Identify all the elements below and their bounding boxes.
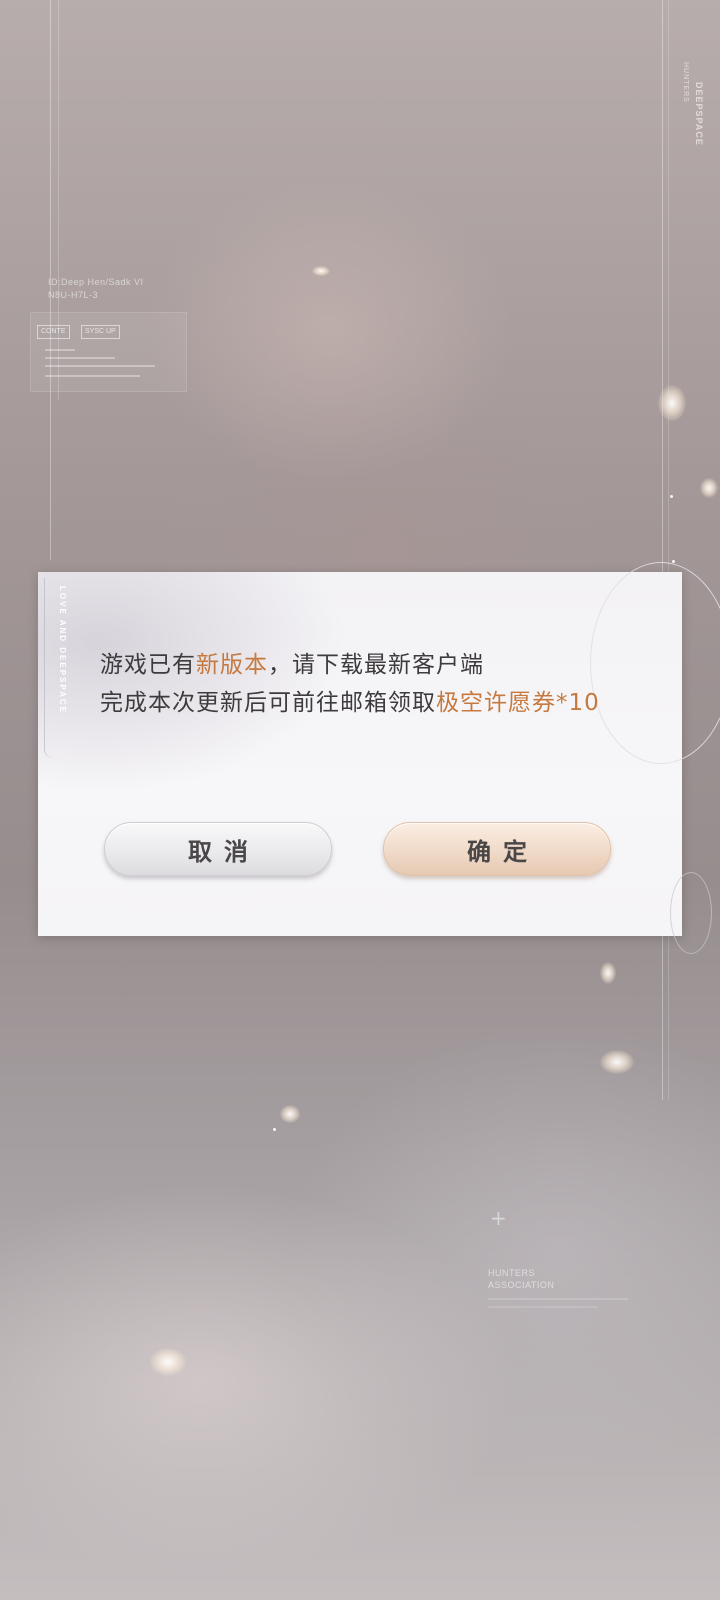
dialog-frame-ornament xyxy=(44,578,53,758)
confirm-button[interactable]: 确定 xyxy=(383,822,611,876)
brand-sub-vertical-text: HUNTERS xyxy=(682,62,689,103)
new-version-highlight: 新版本 xyxy=(196,652,268,678)
info-line-1: ID:Deep Hen/Sadk VI xyxy=(48,277,144,287)
sparkle-3 xyxy=(600,962,616,984)
decor-bar-4 xyxy=(45,375,140,377)
sparkle-dot-3 xyxy=(273,1128,276,1131)
message-line-2: 完成本次更新后可前往邮箱领取极空许愿券*10 xyxy=(100,684,660,722)
brand-vertical-text: DEEPSPACE xyxy=(694,82,704,146)
sparkle-5 xyxy=(280,1105,300,1123)
message-text: 游戏已有 xyxy=(100,652,196,678)
message-text: ，请下载最新客户端 xyxy=(268,652,484,678)
association-line-1: HUNTERS xyxy=(488,1268,536,1278)
decor-bar-3 xyxy=(45,365,155,367)
dialog-side-text: LOVE AND DEEPSPACE xyxy=(58,586,67,715)
decor-bar-2 xyxy=(45,357,115,359)
sparkle-6 xyxy=(150,1348,186,1376)
cancel-button[interactable]: 取消 xyxy=(104,822,332,876)
update-message: 游戏已有新版本，请下载最新客户端 完成本次更新后可前往邮箱领取极空许愿券*10 xyxy=(100,646,660,722)
decor-bar-1 xyxy=(45,349,75,351)
association-line-2: ASSOCIATION xyxy=(488,1280,555,1290)
app-screen: DEEPSPACE HUNTERS ID:Deep Hen/Sadk VI N8… xyxy=(0,0,720,1600)
reward-highlight: 极空许愿券 xyxy=(436,690,556,716)
sparkle-dot-1 xyxy=(670,495,673,498)
sparkle-2 xyxy=(658,385,686,421)
decor-tag-1: CONTE xyxy=(37,325,70,339)
decor-bar-6 xyxy=(488,1306,598,1308)
info-line-2: N8U-H7L-3 xyxy=(48,290,99,300)
message-text: 完成本次更新后可前往邮箱领取 xyxy=(100,690,436,716)
reward-count: *10 xyxy=(556,690,600,716)
dialog-decor-arc-small xyxy=(670,872,712,954)
decor-plus-icon: + xyxy=(490,1206,507,1230)
sparkle-4 xyxy=(600,1050,634,1074)
sparkle-7 xyxy=(700,478,718,498)
decor-tag-2: SYSC UP xyxy=(81,325,120,339)
sparkle-1 xyxy=(312,266,330,276)
decor-info-panel: CONTE SYSC UP xyxy=(30,312,187,392)
decor-bar-5 xyxy=(488,1298,628,1300)
message-line-1: 游戏已有新版本，请下载最新客户端 xyxy=(100,646,660,684)
update-dialog: LOVE AND DEEPSPACE 游戏已有新版本，请下载最新客户端 完成本次… xyxy=(38,562,720,954)
